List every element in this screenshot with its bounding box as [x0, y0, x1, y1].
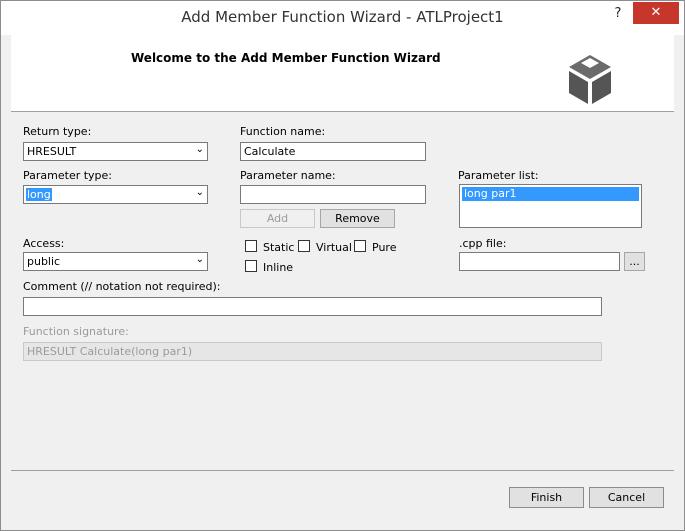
static-checkbox[interactable]: [245, 240, 257, 252]
inline-checkbox[interactable]: [245, 260, 257, 272]
wizard-content: Return type: HRESULT ⌄ Function name: Ca…: [11, 112, 674, 469]
cancel-button[interactable]: Cancel: [589, 487, 664, 508]
footer-divider: [11, 470, 674, 471]
function-signature-label: Function signature:: [23, 325, 129, 338]
access-value: public: [27, 255, 61, 268]
wizard-header: Welcome to the Add Member Function Wizar…: [11, 35, 674, 112]
chevron-down-icon: ⌄: [195, 254, 204, 265]
function-name-value: Calculate: [244, 145, 296, 158]
access-select[interactable]: public ⌄: [23, 252, 208, 271]
window-title: Add Member Function Wizard - ATLProject1: [181, 8, 504, 26]
cpp-file-input[interactable]: [459, 252, 620, 271]
title-bar: Add Member Function Wizard - ATLProject1…: [1, 1, 684, 35]
function-name-input[interactable]: Calculate: [240, 142, 426, 161]
parameter-type-select[interactable]: long ⌄: [23, 185, 208, 204]
virtual-checkbox[interactable]: [298, 240, 310, 252]
parameter-list[interactable]: long par1: [459, 184, 642, 228]
list-item[interactable]: long par1: [462, 187, 639, 201]
chevron-down-icon: ⌄: [195, 187, 204, 198]
finish-button[interactable]: Finish: [509, 487, 584, 508]
virtual-label: Virtual: [316, 241, 352, 254]
cube-icon: [569, 55, 611, 104]
function-signature-field: HRESULT Calculate(long par1): [23, 342, 602, 361]
comment-input[interactable]: [23, 297, 602, 316]
remove-button[interactable]: Remove: [320, 209, 395, 228]
function-name-label: Function name:: [240, 125, 326, 138]
page-title: Welcome to the Add Member Function Wizar…: [131, 51, 441, 65]
parameter-name-label: Parameter name:: [240, 169, 336, 182]
function-signature-value: HRESULT Calculate(long par1): [27, 345, 193, 358]
close-button[interactable]: ✕: [633, 2, 679, 24]
return-type-select[interactable]: HRESULT ⌄: [23, 142, 208, 161]
comment-label: Comment (// notation not required):: [23, 280, 221, 293]
help-button[interactable]: ?: [609, 6, 627, 24]
parameter-type-label: Parameter type:: [23, 169, 113, 182]
pure-checkbox[interactable]: [354, 240, 366, 252]
parameter-type-value: long: [26, 188, 52, 201]
cpp-file-label: .cpp file:: [459, 237, 507, 250]
parameter-list-label: Parameter list:: [458, 169, 539, 182]
wizard-window: Add Member Function Wizard - ATLProject1…: [0, 0, 685, 531]
return-type-value: HRESULT: [27, 145, 77, 158]
access-label: Access:: [23, 237, 65, 250]
inline-label: Inline: [263, 261, 294, 274]
static-label: Static: [263, 241, 295, 254]
pure-label: Pure: [372, 241, 397, 254]
browse-button[interactable]: ...: [624, 252, 645, 271]
add-button[interactable]: Add: [240, 209, 315, 228]
chevron-down-icon: ⌄: [195, 144, 204, 155]
return-type-label: Return type:: [23, 125, 92, 138]
parameter-name-input[interactable]: [240, 185, 426, 204]
